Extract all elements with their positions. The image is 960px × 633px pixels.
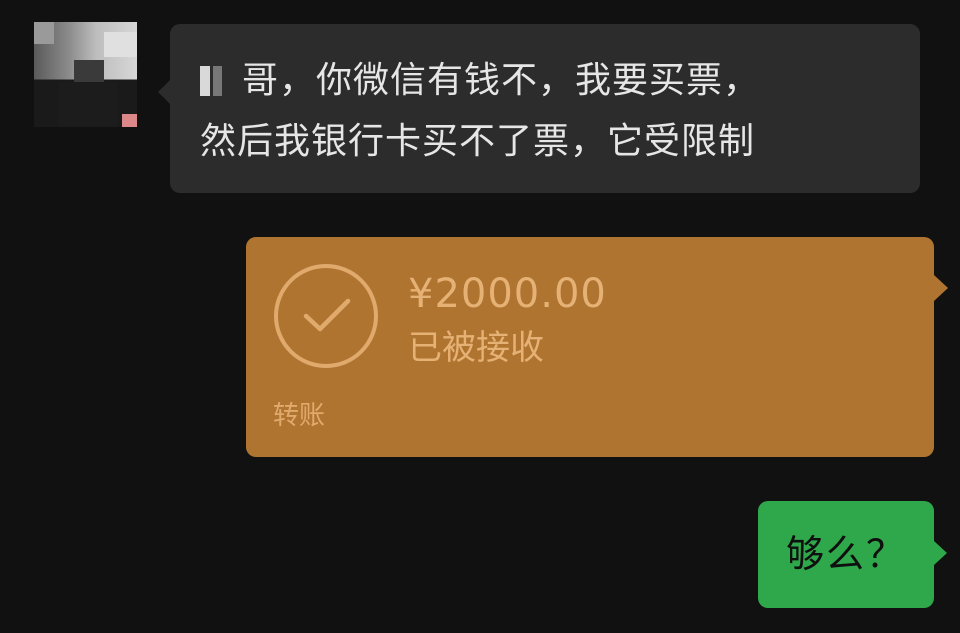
outgoing-message-text: 够么？ [785, 532, 906, 576]
blurred-name [200, 66, 222, 96]
incoming-message-bubble[interactable]: 哥，你微信有钱不，我要买票， 然后我银行卡买不了票，它受限制 [158, 24, 920, 193]
incoming-message-line-2: 然后我银行卡买不了票，它受限制 [200, 121, 756, 162]
transfer-status: 已被接收 [408, 328, 544, 368]
contact-avatar[interactable] [34, 22, 137, 127]
incoming-message-line-1: 哥，你微信有钱不，我要买票， [242, 60, 761, 101]
check-circle-icon [274, 264, 378, 368]
transfer-label: 转账 [273, 401, 326, 431]
incoming-message-text: 哥，你微信有钱不，我要买票， 然后我银行卡买不了票，它受限制 [200, 50, 890, 172]
outgoing-message-bubble[interactable]: 够么？ [758, 501, 947, 608]
chat-screen: 哥，你微信有钱不，我要买票， 然后我银行卡买不了票，它受限制 ¥2000.00 已… [0, 0, 960, 633]
transfer-card[interactable]: ¥2000.00 已被接收 转账 [246, 237, 948, 457]
transfer-amount: ¥2000.00 [408, 271, 607, 317]
